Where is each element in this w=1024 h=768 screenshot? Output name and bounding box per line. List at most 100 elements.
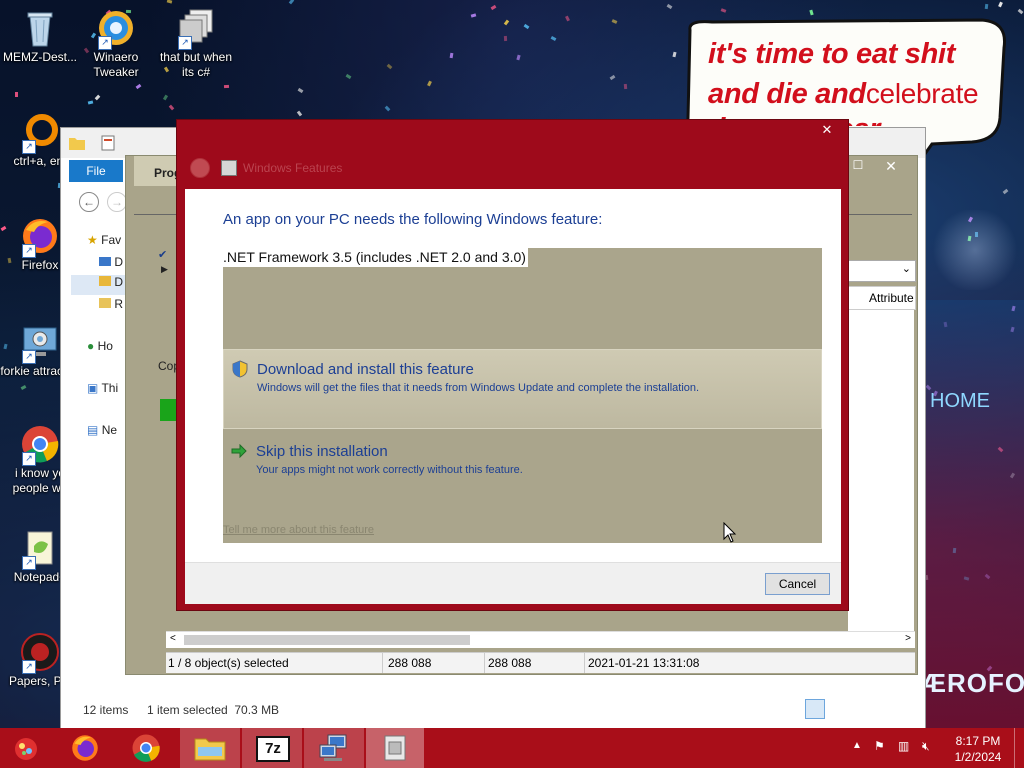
scroll-left-icon[interactable]: <	[170, 633, 176, 644]
dialog-title: Windows Features	[243, 161, 343, 175]
confetti-piece	[162, 94, 169, 101]
network-status-icon[interactable]: ▥	[898, 739, 909, 753]
confetti-piece	[720, 8, 727, 13]
back-button[interactable]: ←	[79, 192, 99, 212]
nav-item-this-pc[interactable]: ▣ Thi	[87, 381, 118, 395]
back-arrow-icon[interactable]	[190, 158, 210, 178]
network-icon: ▤	[87, 423, 99, 437]
download-install-option[interactable]: Download and install this feature Window…	[223, 349, 822, 429]
city-decoration	[920, 300, 1024, 728]
windows-features-dialog[interactable]: ✕ Windows Features An app on your PC nee…	[176, 119, 849, 611]
expand-arrow-icon[interactable]: ▶	[161, 264, 168, 275]
dropdown[interactable]: ⌄	[848, 260, 916, 282]
chevron-down-icon: ⌄	[901, 263, 911, 275]
horizontal-scrollbar[interactable]: < >	[166, 631, 915, 648]
nav-item-favorites[interactable]: ★ Fav	[87, 233, 121, 247]
dialog-heading: An app on your PC needs the following Wi…	[223, 211, 603, 228]
confetti-piece	[386, 63, 393, 70]
nav-item-downloads[interactable]: D	[71, 275, 131, 295]
confetti-piece	[809, 9, 814, 16]
column-header-attributes[interactable]: Attribute	[848, 286, 916, 310]
dialog-titlebar[interactable]: Windows Features	[185, 150, 841, 188]
computer-icon: ▣	[87, 381, 99, 395]
file-list-pane[interactable]	[848, 310, 914, 640]
bubble-line-2b: celebrate	[865, 78, 979, 109]
taskbar-windows-features[interactable]	[366, 728, 424, 768]
taskbar-network-computer[interactable]	[304, 728, 364, 768]
green-arrow-icon	[231, 444, 247, 458]
file-tab[interactable]: File	[69, 160, 123, 182]
confetti-piece	[666, 3, 673, 10]
large-icons-view-button[interactable]	[829, 699, 847, 717]
feature-name: .NET Framework 3.5 (includes .NET 2.0 an…	[223, 248, 528, 267]
desktop-folder-icon	[99, 257, 111, 266]
confetti-piece	[609, 74, 616, 81]
confetti-piece	[427, 80, 432, 87]
confetti-piece	[94, 94, 101, 101]
scroll-right-icon[interactable]: >	[905, 633, 911, 644]
confetti-piece	[384, 105, 391, 112]
option2-title: Skip this installation	[256, 443, 388, 460]
desktop-icon-memz[interactable]: MEMZ-Dest...	[0, 8, 80, 65]
status-item-count: 12 items	[83, 703, 129, 717]
show-desktop-button[interactable]	[1014, 728, 1024, 768]
confetti-piece	[565, 15, 570, 22]
confetti-piece	[15, 92, 18, 97]
confetti-piece	[168, 104, 175, 111]
tell-me-more-link[interactable]: Tell me more about this feature	[223, 524, 374, 536]
folder-icon	[69, 138, 85, 150]
taskbar-chrome[interactable]	[118, 728, 174, 768]
desktop-icon-label: that but when its c#	[159, 50, 233, 79]
option1-description: Windows will get the files that it needs…	[257, 382, 700, 394]
desktop-icon-csharp[interactable]: ↗ that but when its c#	[154, 8, 238, 80]
maximize-icon[interactable]: ☐	[848, 158, 868, 176]
progress-status-bar: 1 / 8 object(s) selected 288 088 288 088…	[166, 652, 915, 673]
nav-item-desktop[interactable]: D	[99, 255, 123, 269]
taskbar-firefox[interactable]	[58, 728, 114, 768]
confetti-piece	[503, 35, 508, 42]
bubble-line-1: it's time to eat shit	[708, 38, 956, 70]
nav-item-homegroup[interactable]: ● Ho	[87, 339, 113, 353]
nav-item-network[interactable]: ▤ Ne	[87, 423, 117, 437]
dialog-close-icon[interactable]: ✕	[807, 120, 847, 140]
status-date: 2021-01-21 13:31:08	[588, 656, 700, 670]
close-icon[interactable]: ✕	[870, 158, 912, 178]
dialog-button-bar: Cancel	[185, 562, 841, 604]
taskbar-file-explorer[interactable]	[180, 728, 240, 768]
progress-bar-fill	[160, 399, 176, 421]
skip-installation-option[interactable]: Skip this installation Your apps might n…	[223, 434, 820, 484]
option2-description: Your apps might not work correctly witho…	[256, 464, 523, 476]
cancel-button[interactable]: Cancel	[765, 573, 830, 595]
confetti-piece	[470, 13, 477, 18]
stacked-windows-icon: ↗	[176, 8, 216, 50]
notepad-plus-icon: ↗	[20, 528, 60, 570]
7zip-icon: 7z	[256, 736, 290, 762]
papers-please-icon: ↗	[20, 632, 60, 674]
confetti-piece	[672, 51, 677, 58]
download-folder-icon	[99, 276, 111, 286]
desktop-icon-winaero[interactable]: ↗ Winaero Tweaker	[76, 8, 156, 80]
mouse-cursor-icon	[723, 522, 737, 543]
confetti-piece	[345, 73, 352, 80]
properties-icon[interactable]	[101, 135, 115, 151]
feature-panel: .NET Framework 3.5 (includes .NET 2.0 an…	[223, 248, 822, 543]
confetti-piece	[523, 23, 530, 30]
gear-monitor-icon: ↗	[20, 322, 60, 364]
nav-item-recent[interactable]: R	[99, 297, 123, 311]
confetti-piece	[984, 3, 989, 10]
confetti-piece	[998, 1, 1003, 8]
show-hidden-icons[interactable]: ▲	[852, 740, 862, 751]
scrollbar-thumb[interactable]	[184, 635, 470, 645]
windows-features-icon	[384, 735, 406, 761]
status-selected: 1 / 8 object(s) selected	[168, 656, 289, 670]
details-view-button[interactable]	[805, 699, 825, 719]
forward-button[interactable]: →	[107, 192, 127, 212]
homegroup-icon: ●	[87, 339, 95, 353]
volume-muted-icon[interactable]: 🔇︎	[922, 739, 930, 754]
clock-date: 1/2/2024	[954, 750, 1002, 764]
action-center-flag-icon[interactable]: ⚑	[874, 739, 885, 753]
confetti-piece	[490, 4, 497, 11]
taskbar-7zip[interactable]: 7z	[242, 728, 302, 768]
clock[interactable]: 8:17 PM 1/2/2024	[948, 733, 1008, 765]
start-button[interactable]	[0, 728, 56, 768]
